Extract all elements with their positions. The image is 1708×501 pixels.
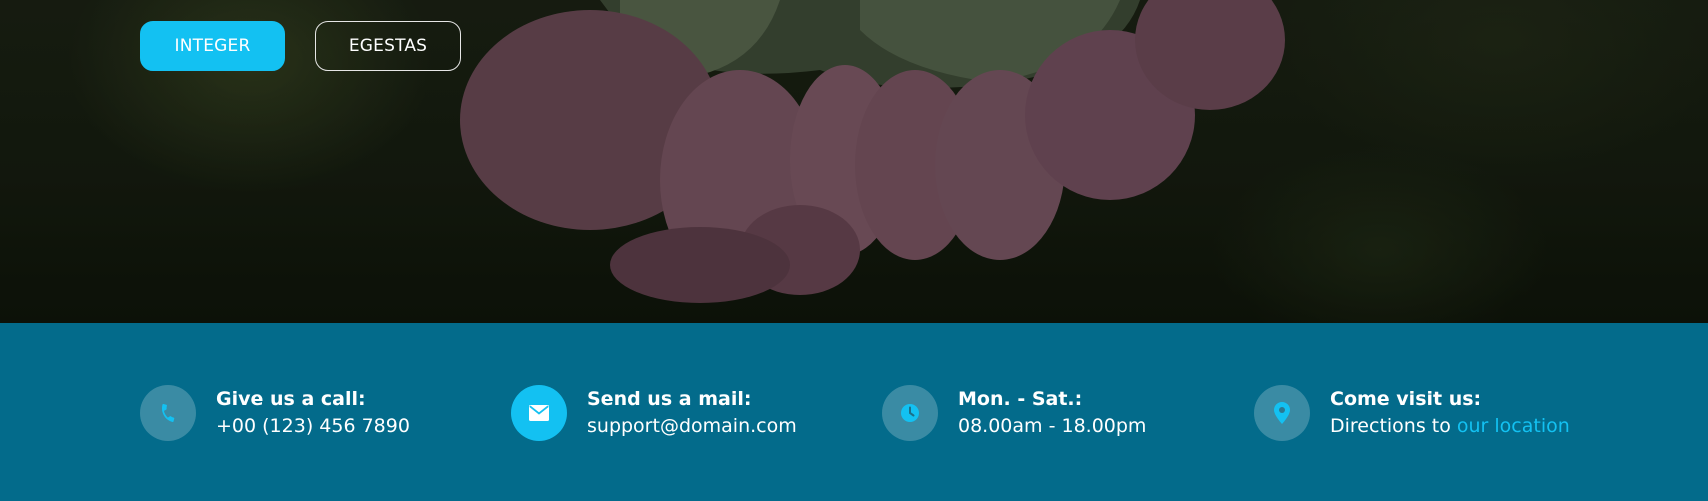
contact-hours-value: 08.00am - 18.00pm (958, 415, 1147, 437)
contact-location: Come visit us: Directions to our locatio… (1254, 385, 1570, 441)
contact-hours: Mon. - Sat.: 08.00am - 18.00pm (882, 385, 1146, 441)
contact-mail-value[interactable]: support@domain.com (587, 413, 797, 440)
contact-location-prefix: Directions to (1330, 415, 1457, 437)
contact-hours-title: Mon. - Sat.: (958, 388, 1083, 410)
map-pin-icon (1254, 385, 1310, 441)
hero-banner: INTEGER EGESTAS (0, 0, 1708, 323)
contact-phone-value[interactable]: +00 (123) 456 7890 (216, 413, 410, 440)
envelope-icon (511, 385, 567, 441)
contact-info-bar: Give us a call: +00 (123) 456 7890 Send … (0, 323, 1708, 501)
egestas-button[interactable]: EGESTAS (315, 21, 461, 71)
contact-phone-title: Give us a call: (216, 388, 366, 410)
our-location-link[interactable]: our location (1457, 415, 1570, 437)
phone-icon (140, 385, 196, 441)
contact-location-title: Come visit us: (1330, 388, 1482, 410)
contact-location-value: Directions to our location (1330, 413, 1570, 440)
contact-mail: Send us a mail: support@domain.com (511, 385, 797, 441)
clock-icon (882, 385, 938, 441)
integer-button[interactable]: INTEGER (140, 21, 285, 71)
contact-mail-title: Send us a mail: (587, 388, 752, 410)
contact-phone: Give us a call: +00 (123) 456 7890 (140, 385, 410, 441)
